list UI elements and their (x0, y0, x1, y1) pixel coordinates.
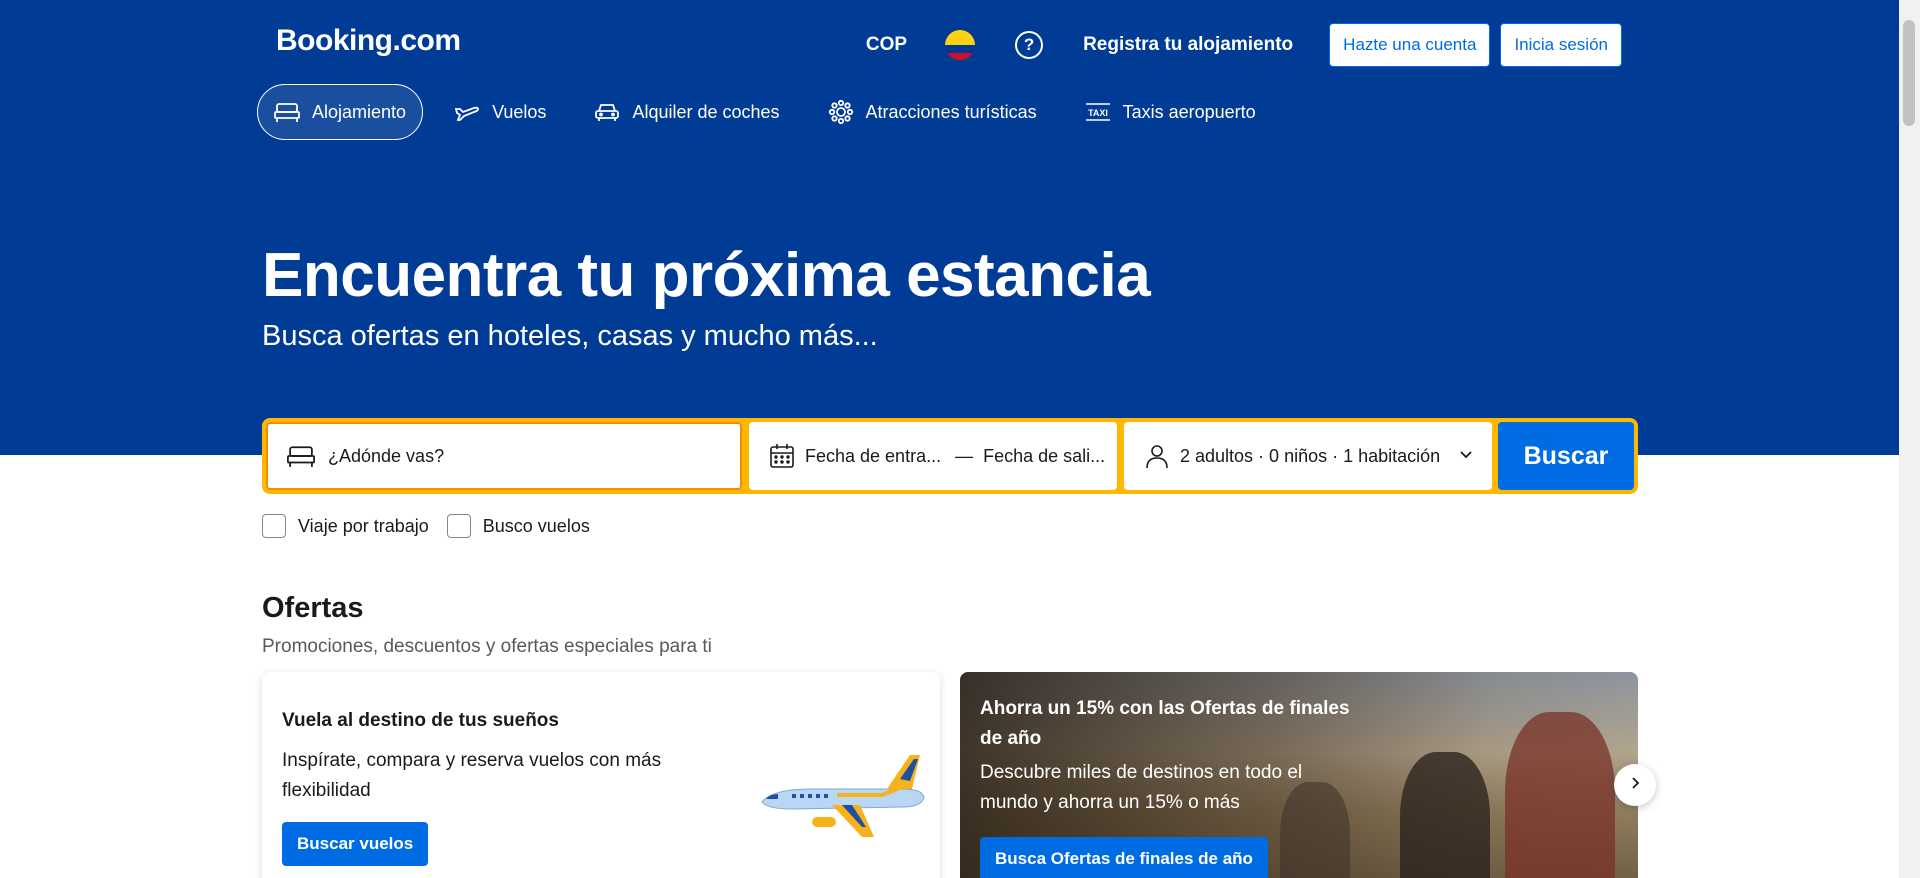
card-title: Ahorra un 15% con las Ofertas de finales… (980, 698, 1350, 749)
vertical-scrollbar[interactable] (1899, 0, 1920, 878)
scrollbar-thumb[interactable] (1903, 20, 1915, 126)
nav-item-alojamiento[interactable]: Alojamiento (257, 84, 424, 140)
hero-title: Encuentra tu próxima estancia (262, 241, 1151, 310)
checkbox-label: Busco vuelos (482, 515, 590, 536)
carousel-next-button[interactable] (1614, 764, 1656, 806)
taxi-icon: TAXI (1085, 101, 1111, 123)
year-end-offers-button[interactable]: Busca Ofertas de finales de año (980, 837, 1268, 878)
checkbox-box[interactable] (262, 514, 286, 538)
attractions-icon (828, 99, 854, 125)
offers-title: Ofertas (262, 592, 364, 624)
nav-label: Atracciones turísticas (865, 101, 1037, 122)
search-options: Viaje por trabajo Busco vuelos (262, 514, 608, 538)
page: Booking.com COP ? Registra tu alojamient… (0, 0, 1899, 878)
search-button[interactable]: Buscar (1498, 422, 1634, 490)
hiker-figure (1400, 752, 1490, 878)
destination-input[interactable] (326, 444, 730, 468)
chevron-right-icon (1628, 776, 1642, 795)
checkout-date[interactable]: Fecha de sali... (983, 446, 1105, 467)
nav-label: Alquiler de coches (632, 101, 780, 122)
offers-subtitle: Promociones, descuentos y ofertas especi… (262, 636, 712, 657)
nav-item-vuelos[interactable]: Vuelos (437, 84, 563, 140)
guests-summary: 2 adultos · 0 niños · 1 habitación (1180, 445, 1441, 466)
card-description: Inspírate, compara y reserva vuelos con … (282, 750, 662, 801)
card-description: Descubre miles de destinos en todo el mu… (980, 762, 1303, 813)
nav-item-atracciones[interactable]: Atracciones turísticas (811, 84, 1054, 140)
register-button[interactable]: Hazte una cuenta (1329, 23, 1491, 67)
hero-background (0, 0, 1899, 455)
question-circle-icon[interactable]: ? (1015, 31, 1044, 59)
car-icon (594, 101, 620, 123)
signin-button[interactable]: Inicia sesión (1500, 23, 1622, 67)
product-nav: Alojamiento Vuelos Alquiler de coches At… (257, 84, 1287, 140)
calendar-icon (769, 443, 795, 469)
hero-subtitle: Busca ofertas en hoteles, casas y mucho … (262, 320, 878, 352)
search-bar: Fecha de entra... — Fecha de sali... 2 a… (262, 418, 1638, 494)
card-title: Vuela al destino de tus sueños (282, 710, 559, 731)
bed-icon (286, 444, 316, 468)
nav-label: Vuelos (492, 101, 547, 122)
nav-label: Alojamiento (312, 101, 407, 122)
destination-field[interactable] (266, 422, 742, 490)
colombia-flag-icon[interactable] (945, 30, 976, 60)
offer-card-flights[interactable]: Vuela al destino de tus sueños Inspírate… (262, 672, 940, 878)
flights-checkbox[interactable]: Busco vuelos (446, 514, 590, 538)
offer-card-year-end[interactable]: Ahorra un 15% con las Ofertas de finales… (960, 672, 1638, 878)
work-travel-checkbox[interactable]: Viaje por trabajo (262, 514, 429, 538)
hiker-figure (1505, 712, 1615, 878)
nav-item-taxis[interactable]: TAXI Taxis aeropuerto (1068, 84, 1273, 140)
currency-selector[interactable]: COP (866, 34, 907, 56)
chevron-down-icon (1458, 446, 1474, 467)
date-separator: — (955, 445, 974, 466)
bed-icon (274, 101, 300, 123)
airplane-illustration (752, 747, 932, 852)
date-picker[interactable]: Fecha de entra... — Fecha de sali... (749, 422, 1117, 490)
checkbox-box[interactable] (446, 514, 471, 538)
person-icon (1144, 443, 1170, 469)
guests-selector[interactable]: 2 adultos · 0 niños · 1 habitación (1124, 422, 1492, 490)
list-property-link[interactable]: Registra tu alojamiento (1083, 34, 1293, 56)
checkin-date[interactable]: Fecha de entra... (805, 446, 941, 467)
nav-label: Taxis aeropuerto (1122, 101, 1256, 122)
checkbox-label: Viaje por trabajo (298, 515, 429, 536)
nav-item-alquiler-coches[interactable]: Alquiler de coches (577, 84, 796, 140)
header-actions: COP ? Registra tu alojamiento Hazte una … (866, 23, 1622, 67)
svg-text:TAXI: TAXI (1088, 108, 1108, 118)
plane-icon (454, 101, 480, 123)
booking-logo[interactable]: Booking.com (276, 24, 461, 58)
search-flights-button[interactable]: Buscar vuelos (282, 822, 429, 866)
